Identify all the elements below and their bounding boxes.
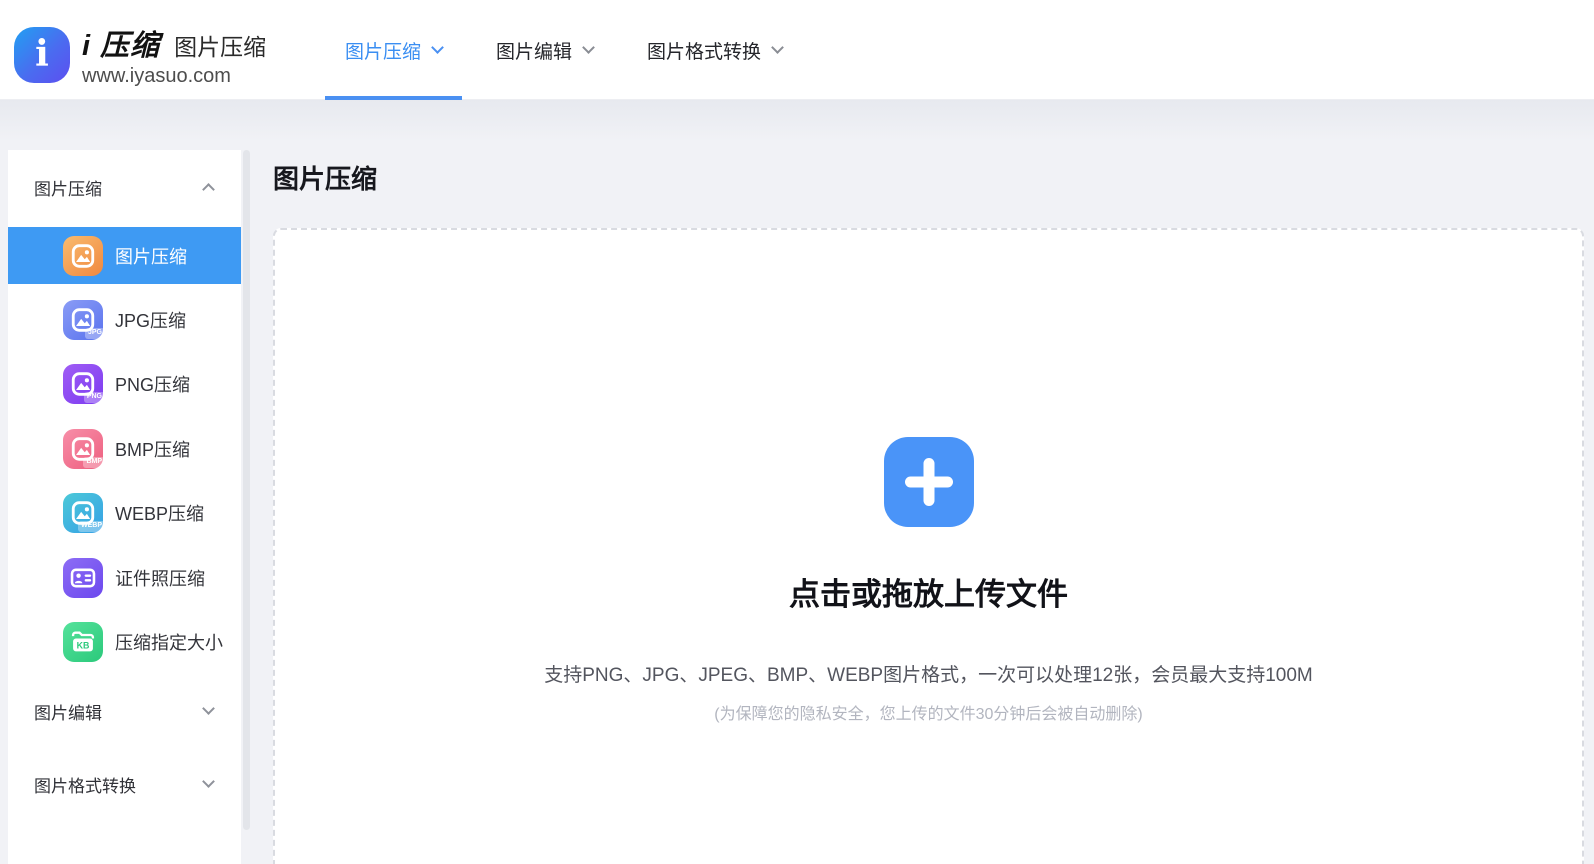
sidebar-scrollbar[interactable]: [243, 150, 250, 830]
upload-dropzone[interactable]: 点击或拖放上传文件 支持PNG、JPG、JPEG、BMP、WEBP图片格式，一次…: [273, 228, 1584, 864]
sidebar-item-compress-to-size[interactable]: KB 压缩指定大小: [8, 613, 241, 670]
header: i i 压缩 图片压缩 www.iyasuo.com 图片压缩 图片编辑 图片格…: [0, 0, 1594, 100]
page-title: 图片压缩: [273, 159, 377, 196]
logo-text: i 压缩 图片压缩 www.iyasuo.com: [82, 22, 266, 88]
sidebar-item-image-compress[interactable]: 图片压缩: [8, 227, 241, 284]
sidebar-section-image-compress[interactable]: 图片压缩: [8, 163, 241, 211]
logo-letter: i: [35, 36, 49, 72]
nav-tab-image-edit[interactable]: 图片编辑: [469, 0, 620, 100]
nav-tab-label: 图片格式转换: [647, 37, 761, 64]
nav-tab-label: 图片编辑: [496, 37, 572, 64]
logo[interactable]: i i 压缩 图片压缩 www.iyasuo.com: [14, 22, 266, 88]
sidebar-item-jpg-compress[interactable]: JPG JPG压缩: [8, 291, 241, 348]
sidebar-section-format-convert[interactable]: 图片格式转换: [8, 760, 241, 808]
sidebar-section-image-edit[interactable]: 图片编辑: [8, 687, 241, 735]
brand-suffix: 图片压缩: [174, 28, 266, 62]
chevron-down-icon: [771, 41, 784, 54]
sidebar-item-id-photo-compress[interactable]: 证件照压缩: [8, 549, 241, 606]
upload-formats-text: 支持PNG、JPG、JPEG、BMP、WEBP图片格式，一次可以处理12张，会员…: [544, 660, 1313, 687]
sidebar-item-label: 图片压缩: [115, 243, 187, 269]
upload-title: 点击或拖放上传文件: [789, 569, 1068, 614]
nav-tab-image-compress[interactable]: 图片压缩: [318, 0, 469, 100]
png-badge: PNG: [84, 392, 105, 402]
nav-tab-label: 图片压缩: [345, 37, 421, 64]
chevron-up-icon: [202, 183, 215, 196]
sidebar-item-webp-compress[interactable]: WEBP WEBP压缩: [8, 484, 241, 541]
jpg-badge: JPG: [85, 328, 105, 338]
sidebar-item-png-compress[interactable]: PNG PNG压缩: [8, 355, 241, 412]
sidebar-section-label: 图片编辑: [34, 699, 102, 724]
id-photo-compress-icon: [63, 558, 103, 598]
page: i i 压缩 图片压缩 www.iyasuo.com 图片压缩 图片编辑 图片格…: [0, 0, 1594, 864]
webp-badge: WEBP: [78, 521, 105, 531]
brand-name: i 压缩: [82, 22, 160, 64]
chevron-down-icon: [431, 41, 444, 54]
sidebar-section-label: 图片格式转换: [34, 772, 136, 797]
chevron-down-icon: [202, 775, 215, 788]
sidebar-item-label: WEBP压缩: [115, 500, 204, 526]
site-url: www.iyasuo.com: [82, 65, 266, 88]
plus-upload-icon[interactable]: [884, 437, 974, 527]
kb-size-compress-icon: KB: [63, 622, 103, 662]
bmp-badge: BMP: [83, 457, 105, 467]
sidebar-item-label: PNG压缩: [115, 371, 190, 397]
chevron-down-icon: [582, 41, 595, 54]
png-compress-icon: PNG: [63, 364, 103, 404]
nav-tab-format-convert[interactable]: 图片格式转换: [620, 0, 809, 100]
sidebar-item-label: 证件照压缩: [115, 565, 205, 591]
jpg-compress-icon: JPG: [63, 300, 103, 340]
kb-label: KB: [77, 640, 90, 650]
top-nav: 图片压缩 图片编辑 图片格式转换: [318, 0, 809, 100]
sidebar-item-label: JPG压缩: [115, 307, 186, 333]
logo-icon: i: [14, 27, 70, 83]
image-compress-icon: [63, 236, 103, 276]
sidebar-item-label: 压缩指定大小: [115, 629, 223, 655]
bmp-compress-icon: BMP: [63, 429, 103, 469]
webp-compress-icon: WEBP: [63, 493, 103, 533]
sidebar-section-label: 图片压缩: [34, 175, 102, 200]
sidebar-item-bmp-compress[interactable]: BMP BMP压缩: [8, 420, 241, 477]
sidebar: 图片压缩 图片压缩 JPG JPG压缩 PNG PNG压缩: [8, 150, 241, 864]
upload-privacy-note: (为保障您的隐私安全，您上传的文件30分钟后会被自动删除): [714, 700, 1142, 724]
chevron-down-icon: [202, 702, 215, 715]
sidebar-item-label: BMP压缩: [115, 436, 190, 462]
